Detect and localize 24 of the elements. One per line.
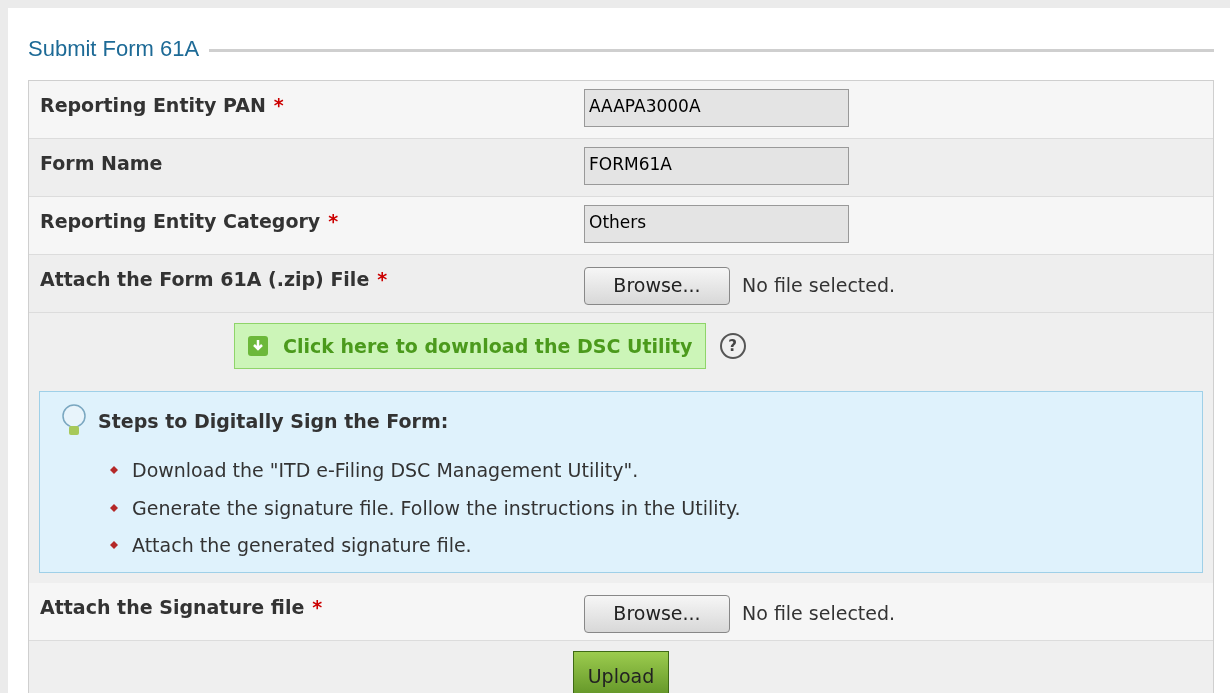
text-field[interactable]: Others bbox=[584, 204, 849, 243]
section-title: Submit Form 61A bbox=[28, 34, 200, 63]
field-label: Attach the Signature file * bbox=[40, 596, 323, 618]
browse-button[interactable]: Browse... bbox=[584, 266, 730, 305]
step-text: Generate the signature file. Follow the instructions in the Utility. bbox=[132, 495, 741, 521]
upload-button[interactable]: Upload bbox=[572, 651, 670, 693]
text-field[interactable]: FORM61A bbox=[584, 146, 849, 185]
step-text: Attach the generated signature file. bbox=[132, 533, 472, 558]
browse-button[interactable]: Browse... bbox=[584, 594, 730, 633]
field-label: Reporting Entity Category * bbox=[40, 210, 339, 232]
field-label: Form Name bbox=[40, 152, 163, 174]
text-field[interactable]: AAAPA3000A bbox=[584, 88, 849, 127]
help-icon[interactable]: ? bbox=[719, 333, 746, 359]
field-label: Attach the Form 61A (.zip) File * bbox=[40, 268, 388, 290]
step-text: Download the "ITD e-Filing DSC Management Utility". bbox=[132, 458, 639, 483]
bullet-icon bbox=[110, 503, 118, 512]
steps-title: Steps to Digitally Sign the Form: bbox=[98, 408, 449, 434]
bullet-icon bbox=[110, 541, 118, 550]
lightbulb-icon bbox=[60, 404, 88, 438]
file-status: No file selected. bbox=[742, 273, 896, 299]
field-label: Reporting Entity PAN * bbox=[40, 94, 284, 116]
bullet-icon bbox=[110, 466, 118, 475]
download-icon bbox=[247, 335, 269, 357]
file-status: No file selected. bbox=[742, 601, 896, 627]
